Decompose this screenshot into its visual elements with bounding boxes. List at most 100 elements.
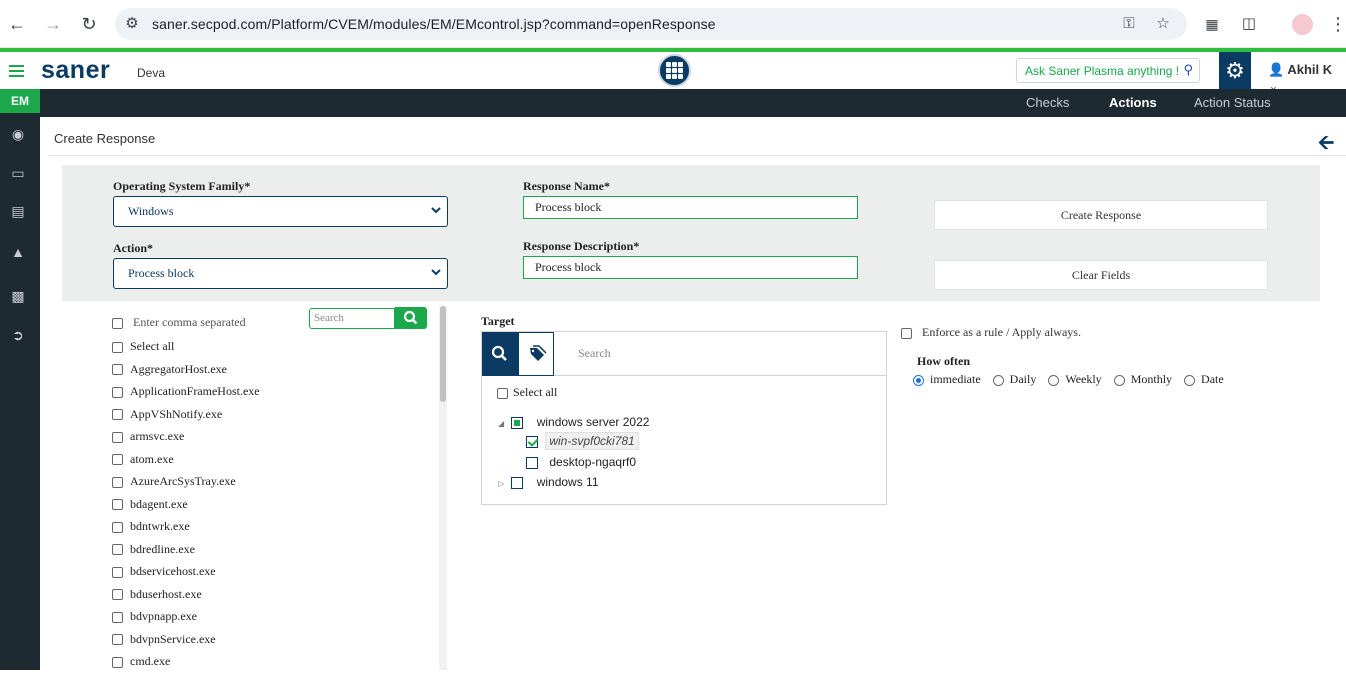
radio-button[interactable] <box>992 374 1004 386</box>
process-checkbox[interactable] <box>112 476 123 488</box>
radio-option-weekly[interactable]: Weekly <box>1048 372 1102 387</box>
process-checkbox[interactable] <box>112 409 123 421</box>
tree-node-device[interactable]: desktop-ngaqrf0 <box>526 455 636 469</box>
address-bar[interactable]: ⚙ saner.secpod.com/Platform/CVEM/modules… <box>115 8 1187 40</box>
forward-icon[interactable]: → <box>42 13 64 35</box>
process-checkbox[interactable] <box>112 566 123 578</box>
back-arrow-icon[interactable]: 🡨 <box>1318 128 1334 162</box>
back-icon[interactable]: ← <box>6 13 28 35</box>
select-all-checkbox[interactable] <box>112 341 123 353</box>
process-list: Select all AggregatorHost.exe Application… <box>112 339 442 677</box>
list-item[interactable]: atom.exe <box>112 452 442 475</box>
list-item[interactable]: AppVShNotify.exe <box>112 407 442 430</box>
list-item[interactable]: bdservicehost.exe <box>112 564 442 587</box>
process-search-button[interactable] <box>395 307 427 329</box>
radio-button[interactable] <box>1048 374 1060 386</box>
process-checkbox[interactable] <box>112 386 123 398</box>
list-item[interactable]: bdvpnapp.exe <box>112 609 442 632</box>
tree-node-group[interactable]: ▷ windows 11 <box>498 475 599 489</box>
process-checkbox[interactable] <box>112 431 123 443</box>
tag-icon <box>530 345 547 361</box>
list-item[interactable]: bdntwrk.exe <box>112 519 442 542</box>
radio-button[interactable] <box>1113 374 1125 386</box>
logout-icon[interactable]: ➲ <box>8 325 28 345</box>
site-info-icon[interactable]: ⚙ <box>123 15 141 33</box>
menu-dots-icon[interactable]: ⋮ <box>1327 13 1346 35</box>
tab-action-status[interactable]: Action Status <box>1194 95 1271 110</box>
extensions-icon[interactable]: ◫ <box>1238 13 1260 35</box>
radio-option-monthly[interactable]: Monthly <box>1113 372 1172 387</box>
bookmark-star-icon[interactable]: ☆ <box>1154 15 1172 33</box>
tree-checkbox[interactable] <box>526 456 538 469</box>
apps-grid-icon[interactable] <box>658 54 691 87</box>
tree-checkbox[interactable] <box>511 416 524 429</box>
key-icon[interactable]: ⚿ <box>1120 15 1138 33</box>
clear-fields-button[interactable]: Clear Fields <box>934 260 1268 290</box>
radio-option-daily[interactable]: Daily <box>992 372 1036 387</box>
process-checkbox[interactable] <box>112 454 123 466</box>
list-item[interactable]: armsvc.exe <box>112 429 442 452</box>
enforce-rule-toggle[interactable]: Enforce as a rule / Apply always. <box>901 325 1081 340</box>
process-checkbox[interactable] <box>112 364 123 376</box>
list-item[interactable]: bdredline.exe <box>112 542 442 565</box>
list-item[interactable]: AggregatorHost.exe <box>112 362 442 385</box>
radio-option-immediate[interactable]: immediate <box>913 372 981 387</box>
comma-separated-toggle[interactable]: Enter comma separated <box>112 315 246 330</box>
target-tag-mode-button[interactable] <box>518 332 554 376</box>
response-description-input[interactable]: Process block <box>523 256 858 279</box>
response-name-input[interactable]: Process block <box>523 196 858 219</box>
target-search-mode-button[interactable] <box>482 332 518 376</box>
list-item[interactable]: ApplicationFrameHost.exe <box>112 384 442 407</box>
search-icon <box>491 345 507 361</box>
tree-node-device[interactable]: win-svpf0cki781 <box>526 432 639 450</box>
target-select-all[interactable]: Select all <box>497 385 557 400</box>
search-icon[interactable]: ⚲ <box>1183 62 1193 78</box>
expand-caret-icon[interactable]: ◢ <box>498 419 508 428</box>
module-badge[interactable]: EM <box>0 89 40 113</box>
process-checkbox[interactable] <box>112 634 123 646</box>
monitor-icon[interactable]: ▭ <box>8 163 28 183</box>
collapse-caret-icon[interactable]: ▷ <box>498 479 508 488</box>
list-item[interactable]: bdvpnService.exe <box>112 632 442 655</box>
tree-checkbox[interactable] <box>526 435 538 448</box>
tab-actions[interactable]: Actions <box>1109 95 1157 110</box>
plasma-search-input[interactable]: Ask Saner Plasma anything ! ⚲ <box>1016 58 1200 83</box>
target-search-input[interactable]: Search <box>554 332 886 376</box>
process-checkbox[interactable] <box>112 656 123 668</box>
scrollbar-thumb[interactable] <box>440 306 446 402</box>
process-list-scrollbar[interactable] <box>439 306 447 670</box>
radio-button[interactable] <box>913 374 924 386</box>
comma-separated-checkbox[interactable] <box>112 317 123 329</box>
process-checkbox[interactable] <box>112 544 123 556</box>
settings-gear-icon[interactable]: ⚙ <box>1219 52 1251 89</box>
radio-button[interactable] <box>1184 374 1196 386</box>
book-icon[interactable]: ▩ <box>8 286 28 306</box>
target-select-all-checkbox[interactable] <box>497 387 508 399</box>
list-item[interactable]: AzureArcSysTray.exe <box>112 474 442 497</box>
action-select[interactable]: Process block <box>113 258 448 289</box>
process-checkbox[interactable] <box>112 521 123 533</box>
reload-icon[interactable]: ↻ <box>78 13 100 35</box>
hamburger-menu-icon[interactable] <box>9 65 24 77</box>
radio-option-date[interactable]: Date <box>1184 372 1224 387</box>
list-item[interactable]: Select all <box>112 339 442 362</box>
tree-checkbox[interactable] <box>511 476 524 489</box>
device-name: desktop-ngaqrf0 <box>549 455 637 469</box>
tab-checks[interactable]: Checks <box>1026 95 1069 110</box>
process-checkbox[interactable] <box>112 611 123 623</box>
create-response-button[interactable]: Create Response <box>934 200 1268 230</box>
os-family-select[interactable]: Windows <box>113 196 448 227</box>
tree-node-group[interactable]: ◢ windows server 2022 <box>498 415 649 429</box>
enforce-rule-checkbox[interactable] <box>901 327 912 339</box>
qr-icon[interactable]: ▦ <box>1201 13 1223 35</box>
process-checkbox[interactable] <box>112 499 123 511</box>
eye-icon[interactable]: ◉ <box>8 124 28 144</box>
list-icon[interactable]: ▤ <box>8 201 28 221</box>
list-item[interactable]: bdagent.exe <box>112 497 442 520</box>
list-item[interactable]: cmd.exe <box>112 654 442 677</box>
list-item[interactable]: bduserhost.exe <box>112 587 442 610</box>
warning-icon[interactable]: ▲ <box>8 242 28 262</box>
process-search-input[interactable]: Search <box>309 308 395 329</box>
process-checkbox[interactable] <box>112 589 123 601</box>
profile-avatar[interactable] <box>1292 14 1313 35</box>
